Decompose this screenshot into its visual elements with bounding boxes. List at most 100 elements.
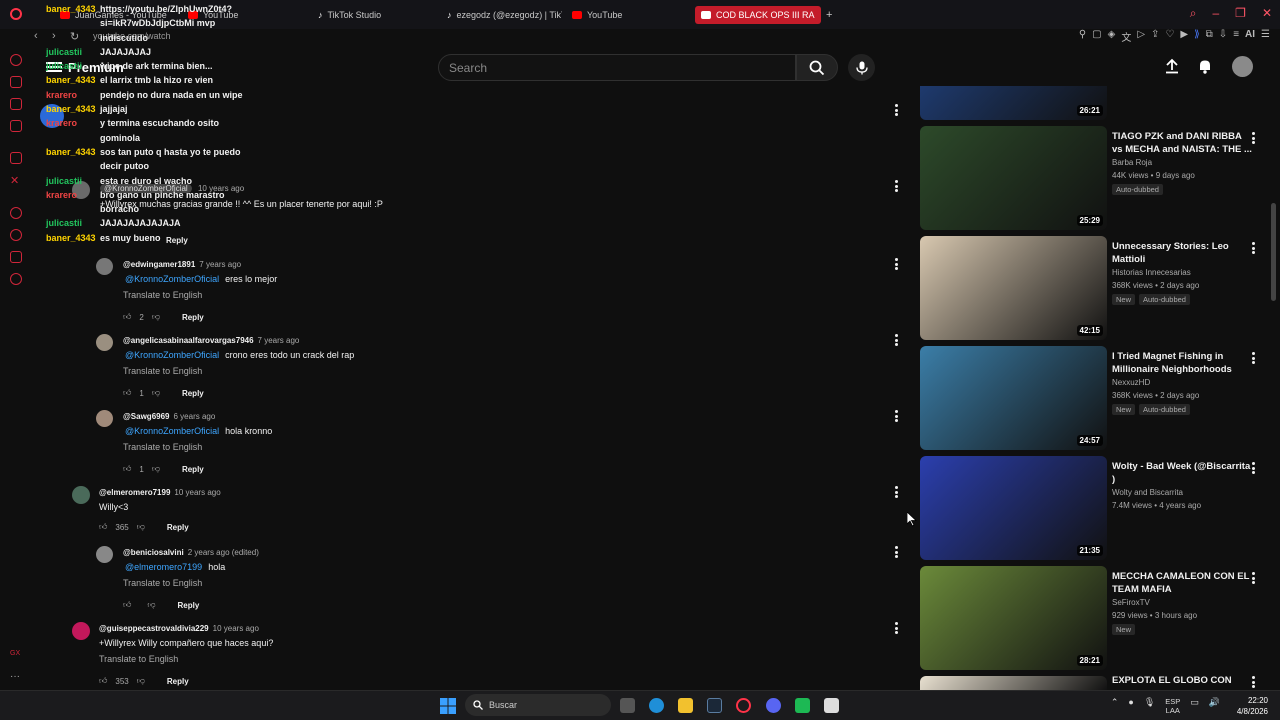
- chat-username[interactable]: baner_4343: [46, 2, 96, 16]
- heart-icon[interactable]: ♡: [1165, 29, 1174, 44]
- comment-author[interactable]: @beniciosalvini: [123, 548, 184, 557]
- comment-author[interactable]: @guiseppecastrovaldivia229: [99, 624, 209, 633]
- player-icon[interactable]: [10, 207, 22, 219]
- comment-menu-icon[interactable]: [895, 622, 899, 634]
- channel-name[interactable]: SeFiroxTV: [1112, 598, 1150, 607]
- translate-link[interactable]: Translate to English: [123, 578, 202, 588]
- comment-menu-icon[interactable]: [895, 410, 899, 422]
- app-icon[interactable]: [795, 698, 810, 713]
- new-tab-button[interactable]: +: [826, 6, 832, 24]
- extension-icon[interactable]: ▶: [1180, 29, 1188, 44]
- chat-username[interactable]: julicastii: [46, 45, 96, 59]
- video-title[interactable]: MECCHA CAMALEON CON EL TEAM MAFIA: [1112, 570, 1252, 596]
- translate-link[interactable]: Translate to English: [123, 442, 202, 452]
- recommended-video[interactable]: EXPLOTA EL GLOBO CON: [920, 674, 1270, 690]
- puzzle-icon[interactable]: ⧉: [1206, 29, 1213, 44]
- like-icon[interactable]: 👍︎: [123, 464, 131, 474]
- video-title[interactable]: I Tried Magnet Fishing in Millionaire Ne…: [1112, 350, 1252, 376]
- channel-name[interactable]: Historias Innecesarias: [1112, 268, 1191, 277]
- video-title[interactable]: Wolty - Bad Week (@Biscarrita ): [1112, 460, 1252, 486]
- chat-username[interactable]: baner_4343: [46, 145, 96, 159]
- avatar[interactable]: [72, 486, 90, 504]
- recommended-video[interactable]: 42:15 Unnecessary Stories: Leo Mattioli Hi…: [920, 236, 1270, 340]
- maximize-icon[interactable]: ❐: [1235, 6, 1246, 21]
- shield-icon[interactable]: ◈: [1108, 29, 1116, 44]
- taskbar-search[interactable]: Buscar: [465, 694, 611, 716]
- gx-icon[interactable]: GX: [10, 650, 22, 662]
- task-view-icon[interactable]: [620, 698, 635, 713]
- language-indicator[interactable]: ESP LAA: [1165, 697, 1180, 715]
- extensions-sidebar-icon[interactable]: [10, 251, 22, 263]
- file-explorer-icon[interactable]: [678, 698, 693, 713]
- chat-username[interactable]: julicastii: [46, 216, 96, 230]
- download-icon[interactable]: ⇩: [1219, 29, 1227, 44]
- recommended-video[interactable]: 21:35 Wolty - Bad Week (@Biscarrita ) Wolt…: [920, 456, 1270, 560]
- minimize-icon[interactable]: –: [1212, 6, 1219, 21]
- avatar[interactable]: [96, 546, 113, 563]
- translate-link[interactable]: Translate to English: [123, 290, 202, 300]
- vpn-icon[interactable]: ⟫: [1194, 29, 1200, 44]
- video-thumbnail[interactable]: 25:29: [920, 126, 1107, 230]
- account-avatar[interactable]: [1232, 56, 1253, 77]
- comment-menu-icon[interactable]: [895, 258, 899, 270]
- clock[interactable]: 22:20 4/8/2026: [1237, 695, 1268, 717]
- aria-icon[interactable]: [10, 54, 22, 66]
- mail-icon[interactable]: [10, 120, 22, 132]
- recommended-video[interactable]: 28:21 MECCHA CAMALEON CON EL TEAM MAFIA Se…: [920, 566, 1270, 670]
- comment-menu-icon[interactable]: [895, 546, 899, 558]
- volume-icon[interactable]: 🔊: [1209, 697, 1220, 715]
- video-thumbnail[interactable]: 21:35: [920, 456, 1107, 560]
- tab-4[interactable]: ♪ ezegodz (@ezegodz) | TikTok: [447, 6, 562, 24]
- play-icon[interactable]: ▷: [1137, 29, 1145, 44]
- reply-button[interactable]: Reply: [178, 601, 200, 610]
- pin-icon[interactable]: ⚲: [1079, 29, 1086, 44]
- opera-logo-icon[interactable]: [10, 8, 22, 20]
- comment-mention[interactable]: @elmeromero7199: [125, 562, 202, 572]
- video-title[interactable]: Unnecessary Stories: Leo Mattioli: [1112, 240, 1252, 266]
- recommended-video[interactable]: 24:57 I Tried Magnet Fishing in Millionai…: [920, 346, 1270, 450]
- chat-username[interactable]: baner_4343: [46, 73, 96, 87]
- reply-button[interactable]: Reply: [167, 677, 189, 686]
- dislike-icon[interactable]: 👎︎: [137, 522, 145, 532]
- video-menu-icon[interactable]: [1252, 462, 1256, 474]
- tab-5[interactable]: YouTube: [572, 6, 622, 24]
- network-icon[interactable]: ▭: [1190, 697, 1199, 715]
- close-icon[interactable]: ✕: [1262, 6, 1272, 21]
- like-icon[interactable]: 👍︎: [123, 600, 131, 610]
- reply-button[interactable]: Reply: [182, 465, 204, 474]
- comment-menu-icon[interactable]: [895, 486, 899, 498]
- video-menu-icon[interactable]: [1252, 132, 1256, 144]
- calculator-icon[interactable]: [824, 698, 839, 713]
- recommended-video[interactable]: 26:21: [920, 86, 1270, 120]
- comment-author[interactable]: @angelicasabinaalfarovargas7946: [123, 336, 254, 345]
- opera-gx-icon[interactable]: [736, 698, 751, 713]
- avatar[interactable]: [96, 258, 113, 275]
- dislike-icon[interactable]: 👎︎: [147, 600, 155, 610]
- video-menu-icon[interactable]: [1252, 676, 1256, 688]
- video-thumbnail[interactable]: 24:57: [920, 346, 1107, 450]
- like-icon[interactable]: 👍︎: [99, 522, 107, 532]
- chat-username[interactable]: julicastii: [46, 174, 96, 188]
- recommended-video[interactable]: 25:29 TIAGO PZK and DANI RIBBA vs MECHA a…: [920, 126, 1270, 230]
- comment-mention[interactable]: @KronnoZomberOficial: [125, 350, 219, 360]
- like-icon[interactable]: 👍︎: [123, 388, 131, 398]
- video-title[interactable]: EXPLOTA EL GLOBO CON: [1112, 674, 1252, 687]
- voice-search-button[interactable]: [848, 54, 875, 81]
- translate-link[interactable]: Translate to English: [123, 366, 202, 376]
- reply-button[interactable]: Reply: [167, 523, 189, 532]
- video-menu-icon[interactable]: [1252, 242, 1256, 254]
- dislike-icon[interactable]: 👎︎: [152, 464, 160, 474]
- comment-menu-icon[interactable]: [895, 334, 899, 346]
- settings-icon[interactable]: [10, 273, 22, 285]
- search-button[interactable]: [796, 54, 838, 81]
- chat-username[interactable]: krarero: [46, 188, 96, 202]
- like-icon[interactable]: 👍︎: [99, 676, 107, 686]
- steam-icon[interactable]: [707, 698, 722, 713]
- video-thumbnail[interactable]: [920, 676, 1107, 690]
- chat-username[interactable]: baner_4343: [46, 102, 96, 116]
- comment-menu-icon[interactable]: [895, 104, 899, 116]
- easy-setup-icon[interactable]: ≡: [1233, 29, 1239, 44]
- comment-mention[interactable]: @KronnoZomberOficial: [125, 426, 219, 436]
- comment-mention[interactable]: @KronnoZomberOficial: [125, 274, 219, 284]
- tab-active[interactable]: COD BLACK OPS III RA: [695, 6, 821, 24]
